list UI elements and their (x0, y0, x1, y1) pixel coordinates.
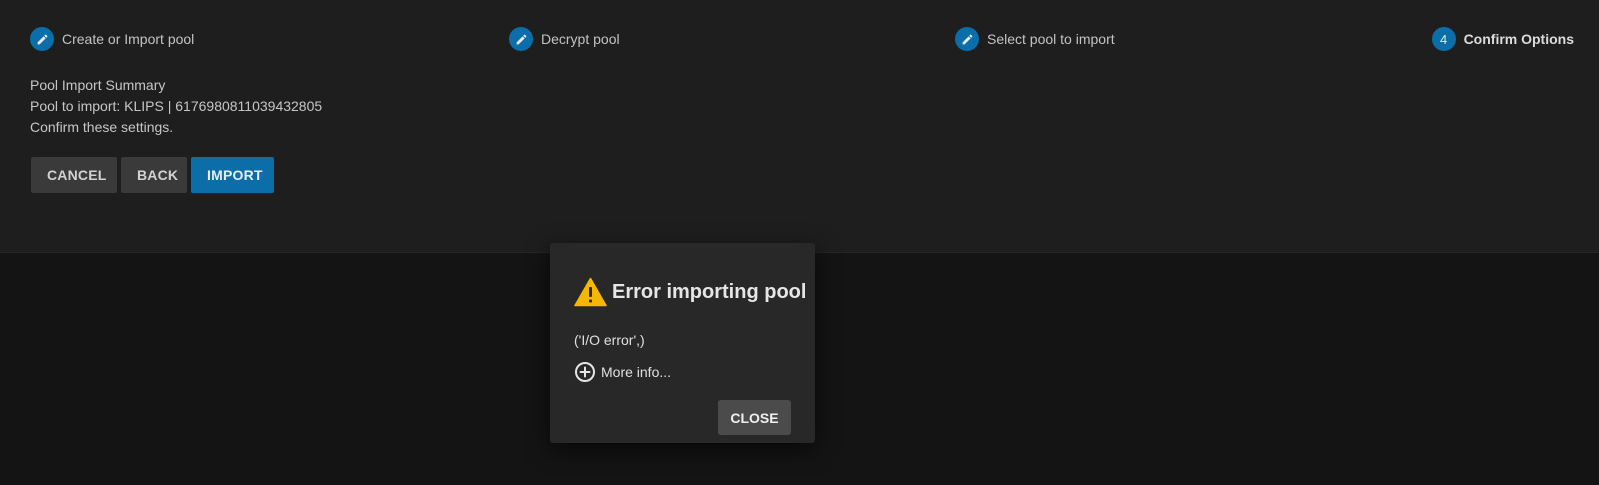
plus-circle-icon (574, 361, 596, 383)
summary-heading: Pool Import Summary (30, 77, 166, 93)
pool-to-import: Pool to import: KLIPS | 6176980811039432… (30, 98, 323, 114)
step-decrypt-pool[interactable]: Decrypt pool (509, 27, 620, 51)
warning-icon (574, 277, 607, 307)
cancel-button[interactable]: CANCEL (31, 157, 117, 193)
step-label: Confirm Options (1463, 31, 1574, 47)
pencil-icon (30, 27, 54, 51)
step-create-or-import[interactable]: Create or Import pool (30, 27, 194, 51)
step-label: Decrypt pool (541, 31, 620, 47)
import-summary: Pool Import Summary Pool to import: KLIP… (30, 75, 322, 138)
wizard-actions: CANCEL BACK IMPORT (31, 157, 274, 193)
error-dialog: Error importing pool ('I/O error',) More… (550, 243, 815, 443)
step-select-pool[interactable]: Select pool to import (955, 27, 1115, 51)
dialog-title: Error importing pool (574, 277, 806, 307)
dialog-title-text: Error importing pool (612, 280, 807, 303)
close-button[interactable]: CLOSE (718, 400, 791, 435)
pencil-icon (509, 27, 533, 51)
step-label: Select pool to import (987, 31, 1115, 47)
wizard-stepper: Create or Import pool Decrypt pool Selec… (30, 27, 1574, 51)
import-pool-wizard: Create or Import pool Decrypt pool Selec… (0, 0, 1599, 253)
pencil-icon (955, 27, 979, 51)
more-info-toggle[interactable]: More info... (574, 361, 671, 383)
step-label: Create or Import pool (62, 31, 195, 47)
confirm-text: Confirm these settings. (30, 119, 174, 135)
step-number: 4 (1431, 27, 1456, 51)
more-info-label: More info... (601, 364, 672, 380)
error-message: ('I/O error',) (574, 332, 645, 348)
back-button[interactable]: BACK (121, 157, 187, 193)
step-confirm-options[interactable]: 4 Confirm Options (1431, 27, 1574, 51)
import-button[interactable]: IMPORT (191, 157, 274, 193)
